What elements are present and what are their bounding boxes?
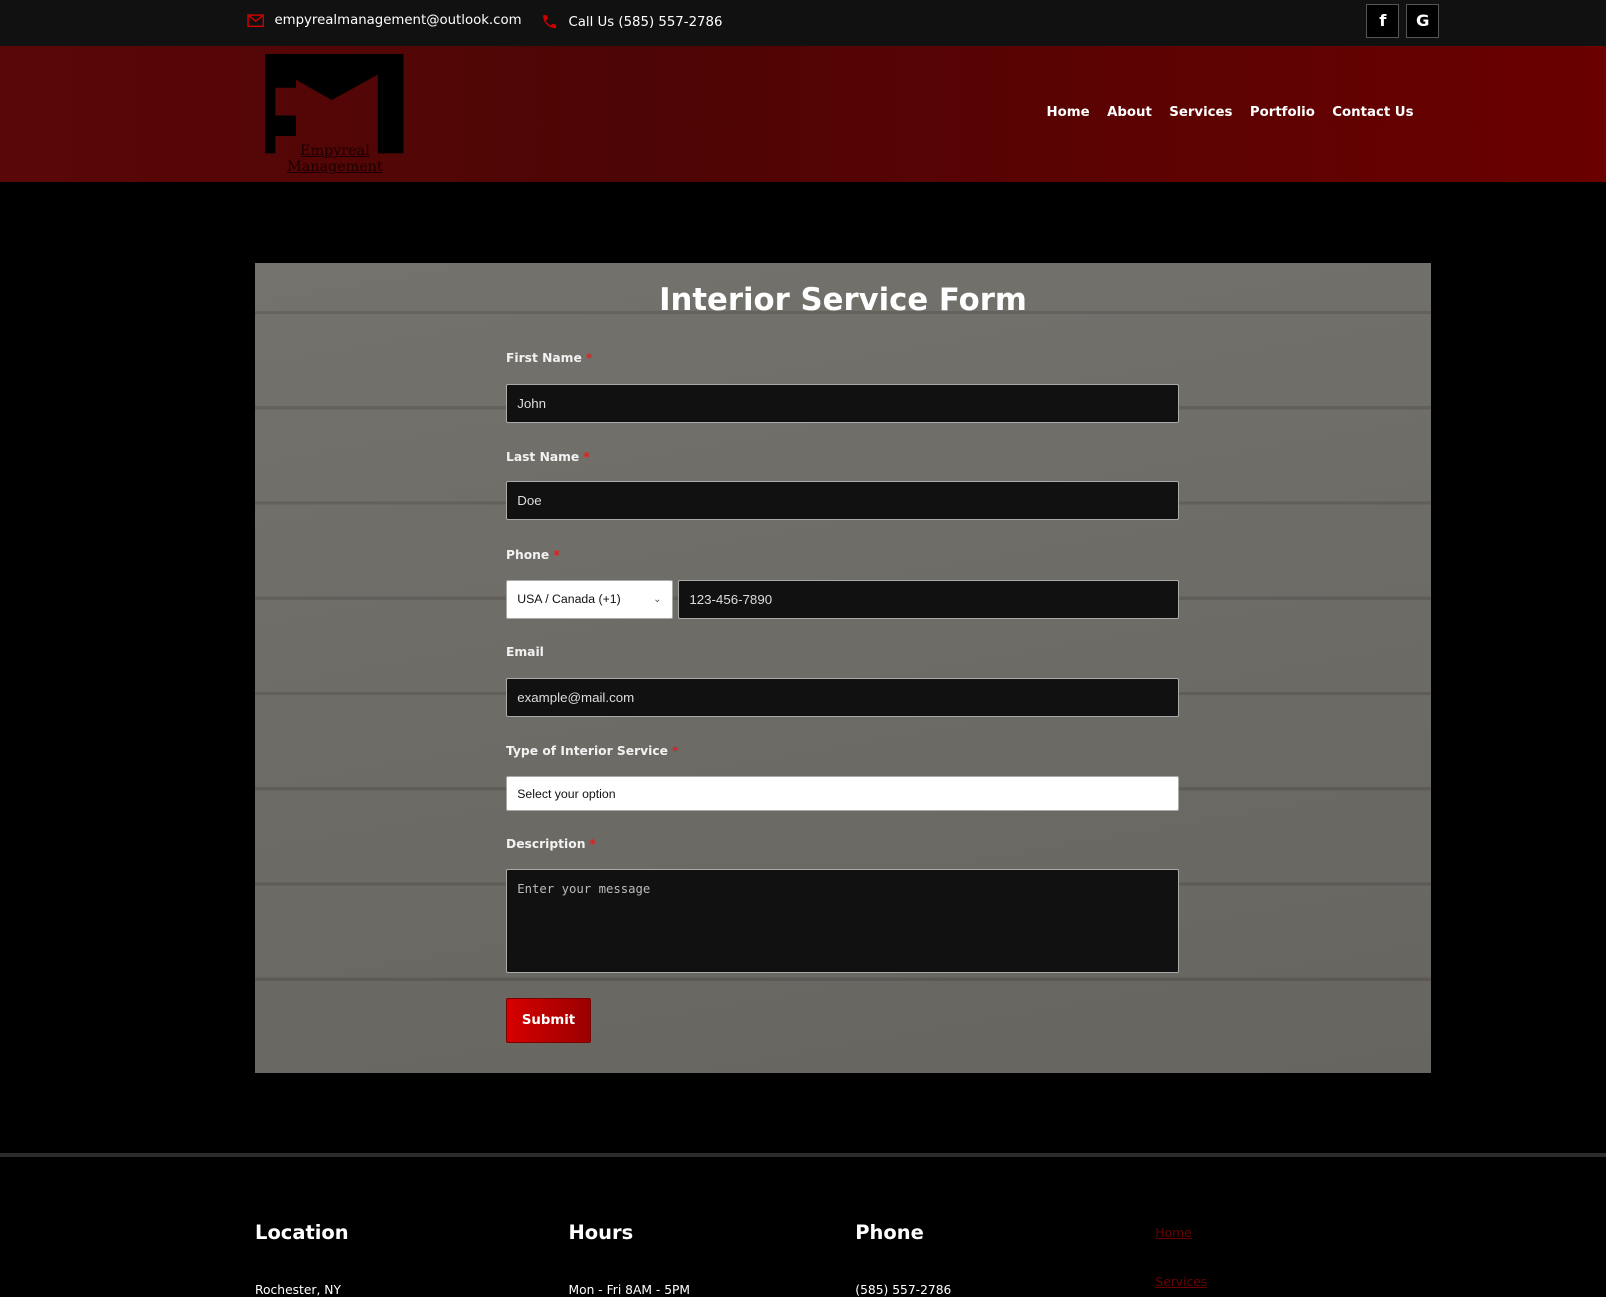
nav-portfolio[interactable]: Portfolio	[1250, 105, 1315, 120]
submit-button[interactable]: Submit	[506, 997, 592, 1043]
footer-divider	[0, 1153, 1606, 1158]
nav-contact-us[interactable]: Contact Us	[1332, 105, 1413, 120]
service-type-select[interactable]: Select your option	[506, 776, 1179, 812]
footer-link-services[interactable]: Services	[1155, 1275, 1207, 1289]
logo[interactable]: Empyreal Management	[258, 54, 412, 175]
main-nav: Home About Services Portfolio Contact Us	[1047, 105, 1414, 120]
nav-about[interactable]: About	[1107, 105, 1152, 120]
label: Last Name	[506, 449, 580, 464]
first-name-input[interactable]: John	[506, 384, 1179, 423]
label: Description	[506, 836, 586, 851]
footer-location-text: Rochester, NY	[255, 1283, 341, 1297]
nav-services[interactable]: Services	[1169, 105, 1232, 120]
chevron-down-icon: ⌄	[653, 594, 662, 606]
top-bar: empyrealmanagement@outlook.com Call Us (…	[0, 0, 1606, 47]
footer-link-home[interactable]: Home	[1155, 1226, 1191, 1240]
footer-location-title: Location	[255, 1220, 349, 1244]
last-name-input[interactable]: Doe	[506, 481, 1179, 521]
service-type-field: Type of Interior Service * Select your op…	[506, 743, 1179, 812]
phone-input[interactable]: 123-456-7890	[678, 579, 1179, 619]
facebook-button[interactable]: f	[1366, 4, 1400, 38]
site-header: Empyreal Management Home About Services …	[0, 46, 1606, 183]
country-code-select[interactable]: USA / Canada (+1) ⌄	[506, 579, 673, 619]
label: Email	[506, 645, 544, 660]
required-mark: *	[589, 836, 596, 851]
label: Type of Interior Service	[506, 743, 668, 758]
nav-home[interactable]: Home	[1047, 105, 1090, 120]
email-field: Email example@mail.com	[506, 645, 1179, 717]
required-mark: *	[583, 449, 590, 464]
footer-phone-text: (585) 557-2786	[855, 1283, 952, 1297]
description-textarea[interactable]: Enter your message	[506, 868, 1179, 974]
label: Phone	[506, 547, 550, 562]
google-icon: G	[1416, 11, 1430, 31]
label: First Name	[506, 351, 582, 366]
description-field: Description * Enter your message	[506, 836, 1179, 974]
phone-icon	[543, 15, 557, 29]
topbar-email[interactable]: empyrealmanagement@outlook.com	[247, 13, 522, 28]
envelope-icon	[247, 14, 264, 28]
footer-hours-text: Mon - Fri 8AM - 5PM	[568, 1283, 691, 1297]
google-button[interactable]: G	[1406, 4, 1440, 38]
topbar-phone[interactable]: Call Us (585) 557-2786	[541, 13, 722, 30]
required-mark: *	[672, 743, 679, 758]
required-mark: *	[553, 547, 560, 562]
footer-phone-title: Phone	[855, 1220, 924, 1244]
first-name-field: First Name * John	[506, 351, 1179, 423]
phone-field: Phone * USA / Canada (+1) ⌄ 123-456-7890	[506, 547, 1179, 619]
email-input[interactable]: example@mail.com	[506, 678, 1179, 717]
last-name-field: Last Name * Doe	[506, 449, 1179, 521]
required-mark: *	[585, 351, 593, 366]
footer-hours-title: Hours	[568, 1220, 634, 1244]
facebook-icon: f	[1379, 11, 1387, 31]
service-form: Interior Service Form First Name * John L…	[255, 263, 1431, 1074]
form-title: Interior Service Form	[659, 281, 1027, 318]
country-value: USA / Canada (+1)	[517, 592, 621, 607]
logo-mark-icon	[265, 54, 404, 154]
